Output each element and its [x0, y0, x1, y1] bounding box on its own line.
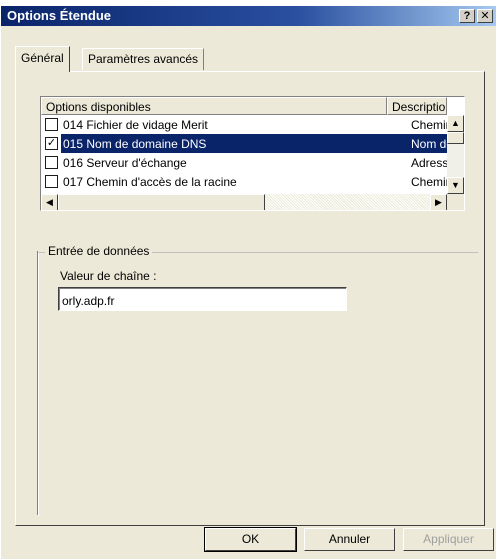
- checkbox[interactable]: [45, 175, 58, 188]
- list-item-selected[interactable]: ✓ 015 Nom de domaine DNS Nom de do: [41, 134, 447, 153]
- tab-general[interactable]: Général: [15, 46, 70, 72]
- scrollbar-corner: [447, 194, 464, 210]
- list-item[interactable]: 014 Fichier de vidage Merit Chemin du: [41, 115, 447, 134]
- checkbox-checked[interactable]: ✓: [45, 137, 58, 150]
- column-header-description[interactable]: Description: [387, 97, 447, 115]
- tab-advanced-parameters[interactable]: Paramètres avancés: [82, 48, 205, 70]
- column-header-options[interactable]: Options disponibles: [41, 97, 387, 115]
- ok-button[interactable]: OK: [204, 527, 297, 552]
- vertical-scrollbar[interactable]: ▲ ▼: [447, 115, 464, 194]
- close-button[interactable]: ✕: [477, 9, 493, 23]
- apply-button[interactable]: Appliquer: [403, 528, 494, 551]
- scroll-left-icon[interactable]: ◀: [41, 194, 58, 210]
- checkbox[interactable]: [45, 156, 58, 169]
- horizontal-scroll-thumb[interactable]: [58, 194, 265, 210]
- scroll-right-icon[interactable]: ▶: [430, 194, 447, 210]
- tab-panel-general: Options disponibles Description 014 Fich…: [15, 71, 485, 526]
- option-name: 014 Fichier de vidage Merit: [63, 118, 208, 132]
- scroll-up-icon[interactable]: ▲: [447, 115, 464, 132]
- option-name: 017 Chemin d'accès de la racine: [63, 175, 237, 189]
- scroll-down-icon[interactable]: ▼: [447, 177, 464, 194]
- help-button[interactable]: ?: [459, 9, 475, 23]
- options-list[interactable]: Options disponibles Description 014 Fich…: [40, 96, 465, 211]
- option-description: Adresse du: [411, 156, 447, 170]
- group-label: Entrée de données: [45, 244, 153, 258]
- option-description: Chemin du: [411, 175, 447, 189]
- tab-strip: Général Paramètres avancés: [15, 46, 485, 72]
- option-name: 015 Nom de domaine DNS: [61, 134, 409, 153]
- vertical-scroll-thumb[interactable]: [447, 132, 464, 144]
- list-item[interactable]: 017 Chemin d'accès de la racine Chemin d…: [41, 172, 447, 191]
- string-value-input[interactable]: [58, 287, 347, 311]
- cancel-button[interactable]: Annuler: [304, 528, 395, 551]
- list-item[interactable]: 016 Serveur d'échange Adresse du: [41, 153, 447, 172]
- string-value-label: Valeur de chaîne :: [60, 269, 157, 283]
- list-header: Options disponibles Description: [41, 97, 464, 115]
- dialog-title: Options Étendue: [7, 8, 111, 23]
- option-description: Chemin du: [411, 118, 447, 132]
- option-name: 016 Serveur d'échange: [63, 156, 187, 170]
- horizontal-scrollbar[interactable]: ◀ ▶: [41, 194, 447, 210]
- options-dialog: Options Étendue ? ✕ Général Paramètres a…: [0, 6, 496, 559]
- title-bar[interactable]: Options Étendue ? ✕: [1, 6, 496, 26]
- checkbox[interactable]: [45, 118, 58, 131]
- option-description: Nom de do: [409, 134, 447, 153]
